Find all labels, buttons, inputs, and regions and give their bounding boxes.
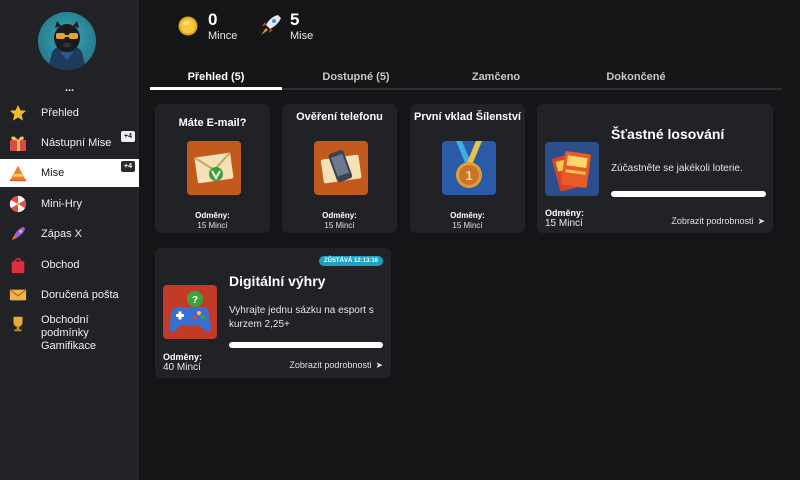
email-envelope-icon [187, 141, 241, 195]
avatar[interactable] [38, 12, 96, 70]
wheel-icon [8, 194, 28, 214]
envelope-icon [8, 285, 28, 305]
panther-avatar-icon [48, 21, 86, 70]
mission-card-digital[interactable]: ZŮSTÁVÁ 12:13:16 ? Digitální výhry Vyhra… [155, 248, 391, 378]
lottery-description: Zúčastněte se jakékoli loterie. [611, 163, 743, 174]
view-details-link[interactable]: Zobrazit podrobnosti ➤ [289, 360, 383, 371]
sidebar-item-prehled[interactable]: Přehled [0, 99, 139, 127]
sidebar-item-label: Obchod [41, 258, 80, 271]
medal-icon: 1 [442, 141, 496, 195]
sidebar-item-nastupni-mise[interactable]: Nástupní Mise +4 [0, 129, 139, 157]
missions-label: Mise [290, 30, 314, 42]
phone-envelope-icon [314, 141, 368, 195]
mission-card-lottery[interactable]: Šťastné losování Zúčastněte se jakékoli … [537, 104, 773, 233]
view-details-link[interactable]: Zobrazit podrobnosti ➤ [671, 216, 765, 227]
count-badge: +4 [121, 131, 135, 142]
mission-card-email[interactable]: Máte E-mail? Odměny: 15 Mincí [155, 104, 270, 233]
lottery-title: Šťastné losování [611, 126, 725, 142]
tab-dostupne[interactable]: Dostupné (5) [290, 66, 422, 90]
rocket-icon [8, 224, 28, 244]
sidebar-item-label: Obchodní podmínky Gamifikace [41, 314, 97, 352]
sidebar-item-obchod[interactable]: Obchod [0, 251, 139, 279]
lottery-progress-bar [611, 191, 766, 197]
svg-text:?: ? [192, 295, 198, 306]
view-details-label: Zobrazit podrobnosti [289, 360, 372, 370]
cone-icon [8, 163, 28, 183]
tab-zamceno[interactable]: Zamčeno [430, 66, 562, 90]
reward-value: 15 Mincí [545, 218, 583, 229]
trophy-icon [8, 314, 28, 334]
sidebar-item-label: Mini-Hry [41, 197, 82, 210]
mission-title: Ověření telefonu [296, 111, 383, 123]
sidebar-item-mise[interactable]: Mise +4 [0, 159, 139, 187]
sidebar-item-label: Doručená pošta [41, 288, 119, 301]
tab-dokoncene[interactable]: Dokončené [570, 66, 702, 90]
gamepad-icon: ? [163, 285, 217, 339]
reward-label: Odměny: [545, 208, 585, 218]
username: ... [64, 82, 75, 94]
sidebar-item-obchodni-podminky[interactable]: Obchodní podmínky Gamifikace [0, 310, 139, 354]
shopping-bag-icon [8, 255, 28, 275]
tab-prehled[interactable]: Přehled (5) [150, 66, 282, 90]
mission-title: Máte E-mail? [178, 117, 247, 129]
arrow-right-icon: ➤ [375, 360, 383, 370]
count-badge: +4 [121, 161, 135, 172]
mission-title: První vklad Šílenství [414, 111, 521, 123]
view-details-label: Zobrazit podrobnosti [671, 216, 754, 226]
reward-value: 40 Mincí [163, 362, 201, 373]
reward-label: Odměny: [322, 211, 357, 220]
sidebar-item-zapas-x[interactable]: Zápas X [0, 220, 139, 248]
time-remaining-badge: ZŮSTÁVÁ 12:13:16 [318, 256, 383, 266]
coins-count: 0 [208, 10, 218, 29]
sidebar: ... Přehled Nástupní Mise +4 Mise +4 Min… [0, 0, 139, 480]
digital-title: Digitální výhry [229, 273, 326, 289]
reward-value: 15 Mincí [197, 221, 228, 230]
gift-icon [8, 133, 28, 153]
sidebar-item-label: Nástupní Mise [41, 136, 112, 149]
rocket-icon [258, 12, 284, 38]
coins-label: Mince [208, 30, 238, 42]
mission-card-phone[interactable]: Ověření telefonu Odměny: 15 Mincí [282, 104, 397, 233]
mission-card-first-deposit[interactable]: První vklad Šílenství 1 Odměny: 15 Mincí [410, 104, 525, 233]
sidebar-item-dorucena-posta[interactable]: Doručená pošta [0, 281, 139, 309]
reward-label: Odměny: [450, 211, 485, 220]
digital-description: Vyhrajte jednu sázku na esport s kurzem … [229, 305, 374, 330]
sidebar-item-label: Zápas X [41, 227, 82, 240]
reward-label: Odměny: [195, 211, 230, 220]
arrow-right-icon: ➤ [757, 216, 765, 226]
svg-text:1: 1 [465, 168, 472, 183]
missions-count: 5 [290, 10, 300, 29]
reward-value: 15 Mincí [452, 221, 483, 230]
star-icon [8, 103, 28, 123]
coin-icon [178, 16, 198, 36]
lottery-tickets-icon [545, 142, 599, 196]
reward-label: Odměny: [163, 352, 203, 362]
digital-progress-bar [229, 342, 383, 348]
sidebar-item-label: Mise [41, 166, 65, 179]
sidebar-item-label: Přehled [41, 106, 79, 119]
sidebar-item-mini-hry[interactable]: Mini-Hry [0, 190, 139, 218]
reward-value: 15 Mincí [324, 221, 355, 230]
